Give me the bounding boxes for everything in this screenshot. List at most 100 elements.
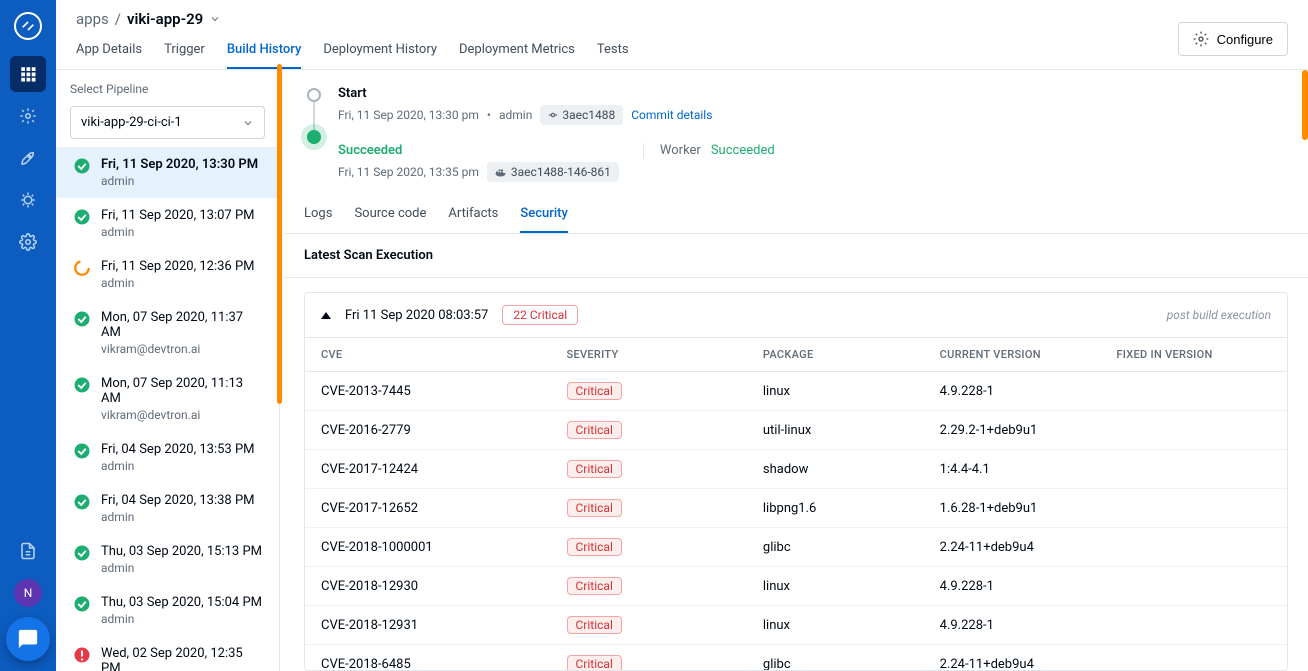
rail-gear-icon[interactable] — [10, 98, 46, 134]
build-list-item[interactable]: Thu, 03 Sep 2020, 15:04 PMadmin — [56, 585, 279, 636]
severity-cell: Critical — [551, 528, 747, 567]
status-success-icon — [73, 376, 91, 394]
current-version-cell: 2.29.2-1+deb9u1 — [924, 411, 1101, 450]
avatar[interactable]: N — [14, 579, 42, 607]
build-list-item[interactable]: Fri, 11 Sep 2020, 13:07 PMadmin — [56, 198, 279, 249]
build-list-item[interactable]: Mon, 07 Sep 2020, 11:37 AMvikram@devtron… — [56, 300, 279, 366]
table-row[interactable]: CVE-2018-12931 Critical linux 4.9.228-1 — [305, 606, 1287, 645]
fixed-version-cell — [1100, 372, 1287, 411]
configure-button[interactable]: Configure — [1178, 22, 1288, 56]
col-severity: SEVERITY — [551, 338, 747, 372]
status-progress-icon — [73, 259, 91, 277]
fixed-version-cell — [1100, 645, 1287, 671]
status-success-icon — [73, 442, 91, 460]
tab-deployment-metrics[interactable]: Deployment Metrics — [459, 42, 575, 69]
build-list-item[interactable]: Wed, 02 Sep 2020, 12:35 PMadmin — [56, 636, 279, 671]
rail-doc-icon[interactable] — [10, 533, 46, 569]
table-row[interactable]: CVE-2013-7445 Critical linux 4.9.228-1 — [305, 372, 1287, 411]
select-pipeline-label: Select Pipeline — [56, 70, 279, 106]
build-list-item[interactable]: Fri, 04 Sep 2020, 13:38 PMadmin — [56, 483, 279, 534]
current-version-cell: 2.24-11+deb9u4 — [924, 528, 1101, 567]
severity-cell: Critical — [551, 567, 747, 606]
build-list: Fri, 11 Sep 2020, 13:30 PMadmin Fri, 11 … — [56, 147, 279, 671]
current-version-cell: 4.9.228-1 — [924, 606, 1101, 645]
collapse-icon[interactable] — [321, 312, 331, 319]
commit-chip[interactable]: 3aec1488 — [540, 105, 623, 125]
rail-rocket-icon[interactable] — [10, 140, 46, 176]
build-list-item[interactable]: Thu, 03 Sep 2020, 15:13 PMadmin — [56, 534, 279, 585]
col-fixed-in-version: FIXED IN VERSION — [1100, 338, 1287, 372]
commit-details-link[interactable]: Commit details — [631, 108, 712, 122]
current-version-cell: 1.6.28-1+deb9u1 — [924, 489, 1101, 528]
rail-apps-icon[interactable] — [10, 56, 46, 92]
worker-status: Worker Succeeded — [643, 143, 775, 158]
package-cell: linux — [747, 606, 924, 645]
status-success-icon — [73, 493, 91, 511]
cve-cell: CVE-2013-7445 — [305, 372, 551, 411]
section-title: Latest Scan Execution — [284, 234, 1308, 278]
cve-cell: CVE-2017-12424 — [305, 450, 551, 489]
scroll-indicator — [1302, 70, 1308, 140]
chat-icon[interactable] — [6, 617, 50, 661]
status-success-icon — [73, 544, 91, 562]
cve-cell: CVE-2018-12930 — [305, 567, 551, 606]
package-cell: glibc — [747, 645, 924, 671]
col-cve: CVE — [305, 338, 551, 372]
build-list-item[interactable]: Fri, 04 Sep 2020, 13:53 PMadmin — [56, 432, 279, 483]
chevron-down-icon[interactable] — [209, 13, 221, 25]
table-row[interactable]: CVE-2017-12424 Critical shadow 1:4.4-4.1 — [305, 450, 1287, 489]
table-row[interactable]: CVE-2016-2779 Critical util-linux 2.29.2… — [305, 411, 1287, 450]
rail-bug-icon[interactable] — [10, 182, 46, 218]
table-row[interactable]: CVE-2018-6485 Critical glibc 2.24-11+deb… — [305, 645, 1287, 671]
chevron-down-icon — [242, 117, 254, 129]
subtab-logs[interactable]: Logs — [304, 198, 332, 233]
table-row[interactable]: CVE-2018-12930 Critical linux 4.9.228-1 — [305, 567, 1287, 606]
scan-card: Fri 11 Sep 2020 08:03:57 22 Critical pos… — [304, 292, 1288, 671]
current-version-cell: 4.9.228-1 — [924, 567, 1101, 606]
current-version-cell: 2.24-11+deb9u4 — [924, 645, 1101, 671]
tab-build-history[interactable]: Build History — [227, 42, 301, 69]
tab-deployment-history[interactable]: Deployment History — [323, 42, 437, 69]
pipeline-sidebar: Select Pipeline viki-app-29-ci-ci-1 Fri,… — [56, 70, 280, 671]
current-version-cell: 4.9.228-1 — [924, 372, 1101, 411]
build-list-item[interactable]: Fri, 11 Sep 2020, 13:30 PMadmin — [56, 147, 279, 198]
gear-icon — [1193, 31, 1209, 47]
subtab-security[interactable]: Security — [520, 198, 567, 233]
package-cell: util-linux — [747, 411, 924, 450]
severity-cell: Critical — [551, 606, 747, 645]
build-list-item[interactable]: Fri, 11 Sep 2020, 12:36 PMadmin — [56, 249, 279, 300]
build-subtabs: Logs Source code Artifacts Security — [284, 198, 1308, 234]
severity-badge: 22 Critical — [502, 305, 578, 325]
package-cell: shadow — [747, 450, 924, 489]
build-list-item[interactable]: Mon, 07 Sep 2020, 11:13 AMvikram@devtron… — [56, 366, 279, 432]
timeline-success-dot — [307, 130, 321, 144]
cve-cell: CVE-2018-6485 — [305, 645, 551, 671]
subtab-source-code[interactable]: Source code — [354, 198, 426, 233]
table-row[interactable]: CVE-2017-12652 Critical libpng1.6 1.6.28… — [305, 489, 1287, 528]
severity-cell: Critical — [551, 411, 747, 450]
table-row[interactable]: CVE-2018-1000001 Critical glibc 2.24-11+… — [305, 528, 1287, 567]
current-version-cell: 1:4.4-4.1 — [924, 450, 1101, 489]
breadcrumb-parent[interactable]: apps — [76, 10, 109, 28]
nav-rail: N — [0, 0, 56, 671]
tab-tests[interactable]: Tests — [597, 42, 629, 69]
col-package: PACKAGE — [747, 338, 924, 372]
fixed-version-cell — [1100, 528, 1287, 567]
subtab-artifacts[interactable]: Artifacts — [448, 198, 498, 233]
tab-app-details[interactable]: App Details — [76, 42, 142, 69]
fixed-version-cell — [1100, 567, 1287, 606]
breadcrumb: apps / viki-app-29 — [76, 10, 1288, 28]
severity-cell: Critical — [551, 645, 747, 671]
package-cell: linux — [747, 372, 924, 411]
content: Start Fri, 11 Sep 2020, 13:30 pm • admin… — [280, 70, 1308, 671]
image-chip[interactable]: 3aec1488-146-861 — [487, 162, 619, 182]
rail-settings-icon[interactable] — [10, 224, 46, 260]
tab-trigger[interactable]: Trigger — [164, 42, 205, 69]
timeline-start-dot — [307, 88, 321, 102]
fixed-version-cell — [1100, 606, 1287, 645]
header: apps / viki-app-29 Configure App Details… — [56, 0, 1308, 70]
pipeline-select[interactable]: viki-app-29-ci-ci-1 — [70, 106, 265, 139]
package-cell: glibc — [747, 528, 924, 567]
post-build-label: post build execution — [1167, 308, 1271, 322]
status-success-icon — [73, 157, 91, 175]
